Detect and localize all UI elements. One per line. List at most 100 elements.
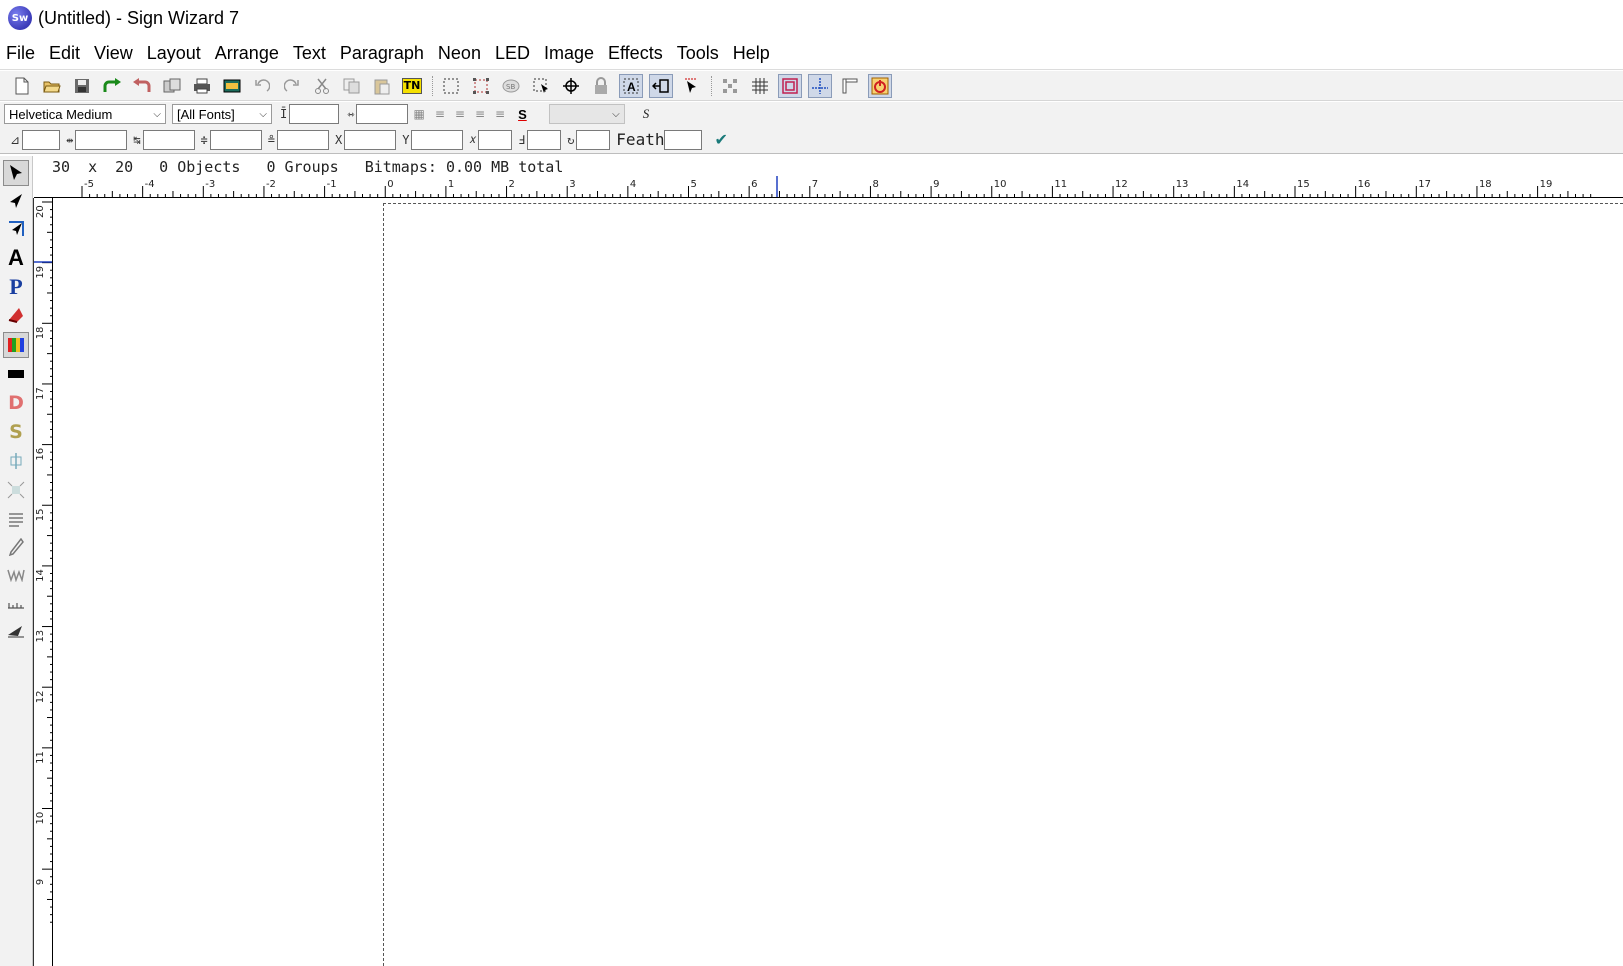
align-center-icon[interactable]: ≡ — [475, 107, 485, 121]
doc-height: 20 — [115, 158, 134, 176]
svg-text:A: A — [627, 80, 636, 94]
menu-paragraph[interactable]: Paragraph — [340, 43, 424, 64]
align-right-icon[interactable]: ≡ — [495, 107, 505, 121]
baseline-field[interactable] — [277, 129, 329, 150]
align-left-icon[interactable]: ≡ — [435, 107, 445, 121]
paste-icon[interactable] — [370, 74, 394, 98]
s-icon[interactable]: S — [3, 419, 29, 445]
menu-file[interactable]: File — [6, 43, 35, 64]
ruler-toggle-icon[interactable] — [838, 74, 862, 98]
feather-field[interactable] — [664, 129, 703, 150]
grid-spacing-icon[interactable]: ▦ — [413, 107, 424, 121]
color-palette-icon[interactable] — [3, 332, 29, 358]
font-name-value: Helvetica Medium — [9, 106, 113, 122]
weld-icon[interactable] — [3, 562, 29, 588]
text-width-field[interactable] — [356, 104, 409, 124]
ruler-label: -4 — [145, 179, 155, 190]
style-select[interactable]: ⌵ — [548, 104, 625, 124]
menu-arrange[interactable]: Arrange — [215, 43, 279, 64]
select-arrow-icon[interactable] — [3, 160, 29, 186]
lines-icon[interactable] — [3, 506, 29, 532]
menu-text[interactable]: Text — [293, 43, 326, 64]
ruler-label: 13 — [35, 630, 46, 643]
cursor-icon[interactable] — [679, 74, 703, 98]
undo-icon[interactable] — [250, 74, 274, 98]
y-label: Y — [402, 132, 410, 147]
y-position-field[interactable] — [411, 129, 464, 150]
tn-icon[interactable]: TN — [400, 74, 424, 98]
ruler-label: 10 — [994, 179, 1007, 190]
redo-icon[interactable] — [280, 74, 304, 98]
print-icon[interactable] — [190, 74, 214, 98]
vertical-ruler[interactable]: 20 19 18 17 16 15 14 13 12 11 10 9 — [33, 198, 53, 966]
menu-view[interactable]: View — [94, 43, 133, 64]
italic-s-icon[interactable]: S — [643, 106, 650, 122]
node-select-icon[interactable] — [529, 74, 553, 98]
font-name-select[interactable]: Helvetica Medium ⌵ — [4, 104, 166, 124]
menu-tools[interactable]: Tools — [677, 43, 719, 64]
align-icon[interactable] — [3, 448, 29, 474]
drawing-canvas[interactable] — [53, 198, 1623, 966]
grid-icon[interactable] — [748, 74, 772, 98]
rotate-field[interactable] — [22, 129, 61, 150]
title-bar: Sw (Untitled) - Sign Wizard 7 — [0, 0, 1623, 36]
transform-icon[interactable] — [3, 216, 29, 242]
measure-icon[interactable] — [3, 590, 29, 616]
svg-text:SB: SB — [506, 83, 515, 91]
open-folder-icon[interactable] — [40, 74, 64, 98]
distribute-icon[interactable] — [3, 477, 29, 503]
save-icon[interactable] — [70, 74, 94, 98]
menu-help[interactable]: Help — [733, 43, 770, 64]
node-edit-icon[interactable] — [3, 188, 29, 214]
guides-icon[interactable] — [808, 73, 832, 98]
align-justify-icon[interactable]: ≡ — [455, 107, 465, 121]
pen-icon[interactable] — [3, 534, 29, 560]
menu-image[interactable]: Image — [544, 43, 594, 64]
menu-led[interactable]: LED — [495, 43, 530, 64]
menu-neon[interactable]: Neon — [438, 43, 481, 64]
text-height-field[interactable] — [289, 104, 340, 124]
ruler-label: 5 — [691, 179, 697, 190]
rectangle-fill-icon[interactable] — [3, 361, 29, 387]
x-position-field[interactable] — [344, 129, 397, 150]
lock-icon[interactable] — [589, 74, 613, 98]
copy-icon[interactable] — [340, 74, 364, 98]
angle-field[interactable] — [576, 129, 611, 150]
film-icon[interactable] — [220, 74, 244, 98]
menu-edit[interactable]: Edit — [49, 43, 80, 64]
d-icon[interactable]: D — [3, 390, 29, 416]
menu-effects[interactable]: Effects — [608, 43, 663, 64]
stop-icon[interactable] — [868, 73, 892, 98]
dots-icon[interactable] — [718, 74, 742, 98]
ruler-label: 17 — [1418, 179, 1431, 190]
paint-icon[interactable] — [3, 303, 29, 329]
apply-check-icon[interactable]: ✔ — [714, 130, 727, 149]
slant-field[interactable] — [478, 129, 513, 150]
cut-icon[interactable] — [310, 74, 334, 98]
knife-icon[interactable] — [3, 618, 29, 644]
kerning-field[interactable] — [142, 129, 195, 150]
import-icon[interactable] — [160, 74, 184, 98]
crosshair-icon[interactable] — [559, 74, 583, 98]
select-box-icon[interactable] — [439, 74, 463, 98]
spacing-field[interactable] — [75, 129, 128, 150]
redo-arrow-icon[interactable] — [100, 74, 124, 98]
ruler-label: 16 — [35, 448, 46, 461]
text-frame-icon[interactable]: A — [619, 73, 643, 98]
font-filter-select[interactable]: [All Fonts] ⌵ — [172, 104, 272, 124]
text-tool-icon[interactable]: A — [3, 245, 29, 271]
strikethrough-icon[interactable]: S — [518, 107, 527, 122]
horizontal-ruler[interactable]: -5 -4 -3 -2 -1 0 1 2 3 4 5 6 7 8 9 10 11 12 13 14 15 16 17 18 19 — [34, 176, 1623, 198]
height-field[interactable] — [527, 129, 562, 150]
paragraph-tool-icon[interactable]: P — [3, 274, 29, 300]
frame-arrow-icon[interactable] — [649, 73, 673, 98]
app-window: Sw (Untitled) - Sign Wizard 7 File Edit … — [0, 0, 1623, 966]
menu-layout[interactable]: Layout — [147, 43, 201, 64]
undo-arrow-icon[interactable] — [130, 74, 154, 98]
line-spacing-field[interactable] — [209, 129, 262, 150]
dashed-box-icon[interactable] — [469, 74, 493, 98]
sb-icon[interactable]: SB — [499, 74, 523, 98]
page-frame-icon[interactable] — [778, 73, 802, 98]
horizontal-ruler-ticks: -5 -4 -3 -2 -1 0 1 2 3 4 5 6 7 8 9 10 11 12 13 14 15 16 17 18 19 — [81, 176, 1592, 197]
new-document-icon[interactable] — [10, 74, 34, 98]
